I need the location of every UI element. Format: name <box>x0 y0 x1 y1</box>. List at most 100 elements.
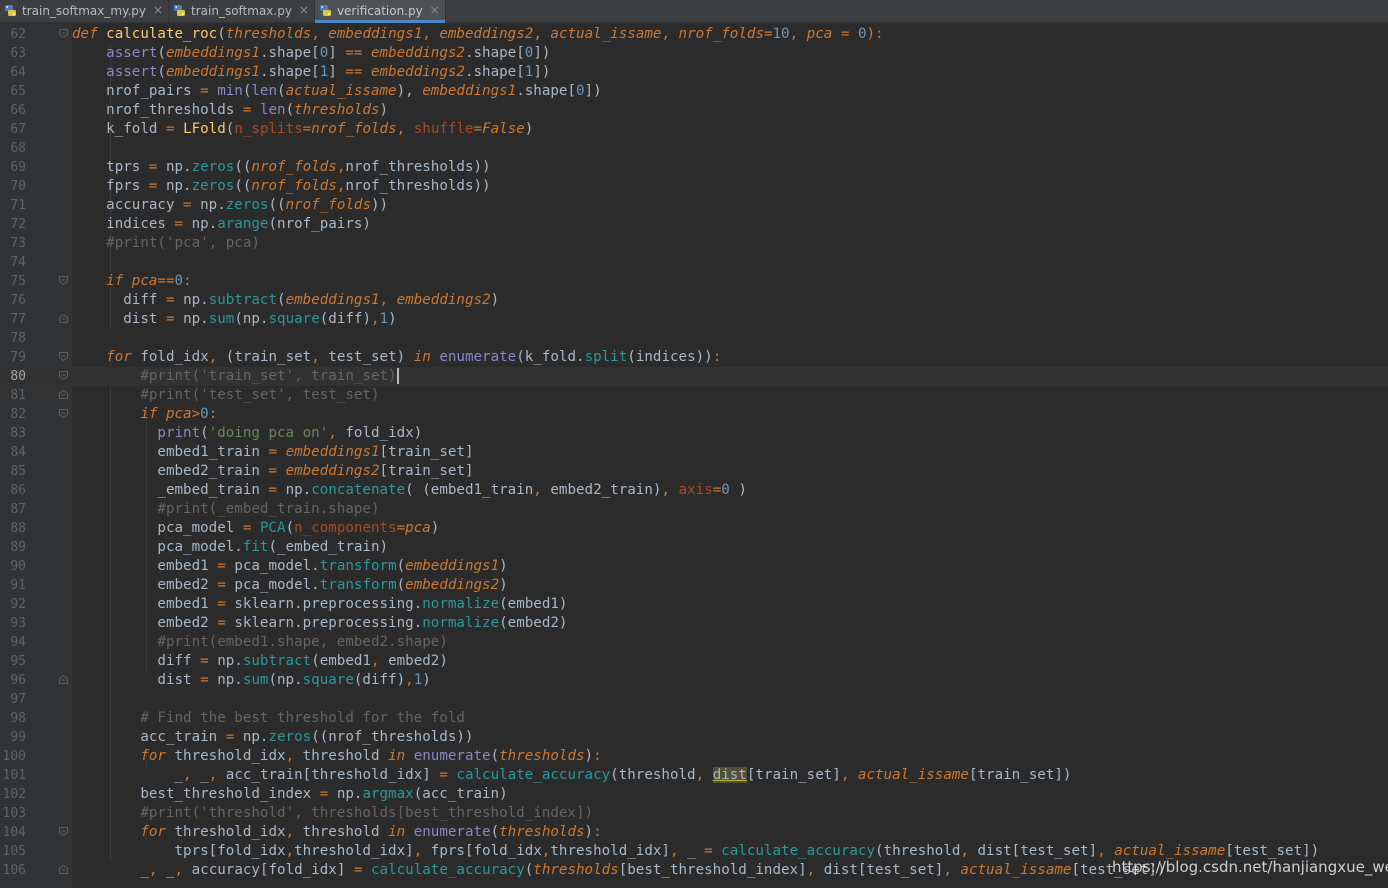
code-line[interactable]: 96 dist = np.sum(np.square(diff),1) <box>0 671 1388 690</box>
code-line[interactable]: 67 k_fold = LFold(n_splits=nrof_folds, s… <box>0 120 1388 139</box>
fold-collapse-icon[interactable] <box>59 29 68 38</box>
code-token: np. <box>200 197 226 213</box>
code-token: (acc_train) <box>413 786 508 802</box>
tab-verification-py[interactable]: verification.py × <box>314 0 446 23</box>
code-line[interactable]: 83 print('doing pca on', fold_idx) <box>0 424 1388 443</box>
code-line[interactable]: 84 embed1_train = embeddings1[train_set] <box>0 443 1388 462</box>
code-line[interactable]: 65 nrof_pairs = min(len(actual_issame), … <box>0 82 1388 101</box>
code-token: ( <box>396 558 406 574</box>
code-token: zeros <box>191 178 235 194</box>
code-text: #print('pca', pca) <box>72 234 260 253</box>
tab-train-softmax-my-py[interactable]: train_softmax_my.py × <box>0 0 170 22</box>
code-line[interactable]: 75 if pca==0: <box>0 272 1388 291</box>
code-token: fit <box>242 539 269 555</box>
code-line[interactable]: 79 for fold_idx, (train_set, test_set) i… <box>0 348 1388 367</box>
code-line[interactable]: 95 diff = np.subtract(embed1, embed2) <box>0 652 1388 671</box>
code-line[interactable]: 93 embed2 = sklearn.preprocessing.normal… <box>0 614 1388 633</box>
code-line[interactable]: 103 #print('threshold', thresholds[best_… <box>0 804 1388 823</box>
code-line[interactable]: 94 #print(embed1.shape, embed2.shape) <box>0 633 1388 652</box>
code-line[interactable]: 70 fprs = np.zeros((nrof_folds,nrof_thre… <box>0 177 1388 196</box>
code-token: : <box>593 748 602 764</box>
code-line[interactable]: 68 <box>0 139 1388 158</box>
fold-collapse-icon[interactable] <box>59 827 68 836</box>
code-token: PCA <box>259 520 286 536</box>
code-line[interactable]: 104 for threshold_idx, threshold in enum… <box>0 823 1388 842</box>
code-token: transform <box>319 558 397 574</box>
close-tab-icon[interactable]: × <box>299 3 309 17</box>
code-line[interactable]: 101 _, _, acc_train[threshold_idx] = cal… <box>0 766 1388 785</box>
line-number: 75 <box>10 274 26 289</box>
code-line[interactable]: 66 nrof_thresholds = len(thresholds) <box>0 101 1388 120</box>
code-line[interactable]: 99 acc_train = np.zeros((nrof_thresholds… <box>0 728 1388 747</box>
code-token: nrof_folds <box>678 26 764 42</box>
fold-collapse-icon[interactable] <box>59 409 68 418</box>
close-tab-icon[interactable]: × <box>430 3 440 17</box>
line-number: 90 <box>10 559 26 574</box>
code-token: threshold_idx <box>174 824 286 840</box>
fold-end-icon[interactable] <box>59 314 68 323</box>
code-token: np. <box>217 672 243 688</box>
line-number: 70 <box>10 179 26 194</box>
close-tab-icon[interactable]: × <box>153 3 163 17</box>
code-line[interactable]: 86 _embed_train = np.concatenate( (embed… <box>0 481 1388 500</box>
code-token: (np. <box>268 672 303 688</box>
code-token: assert <box>106 45 158 61</box>
code-token: #print('train_set', train_set) <box>140 368 397 384</box>
code-token: ) <box>388 311 397 327</box>
code-text: def calculate_roc(thresholds, embeddings… <box>72 25 884 44</box>
code-line[interactable]: 88 pca_model = PCA(n_components=pca) <box>0 519 1388 538</box>
code-line[interactable]: 77 dist = np.sum(np.square(diff),1) <box>0 310 1388 329</box>
code-token: embeddings2 <box>371 45 465 61</box>
code-line[interactable]: 90 embed1 = pca_model.transform(embeddin… <box>0 557 1388 576</box>
code-token: embed2_train <box>72 463 269 479</box>
code-token: threshold_idx <box>174 748 286 764</box>
code-line[interactable]: 62 def calculate_roc(thresholds, embeddin… <box>0 25 1388 44</box>
code-line[interactable]: 64 assert(embeddings1.shape[1] == embedd… <box>0 63 1388 82</box>
code-line[interactable]: 100 for threshold_idx, threshold in enum… <box>0 747 1388 766</box>
code-line[interactable]: 80 #print('train_set', train_set) <box>0 367 1388 386</box>
code-token: for <box>140 824 175 840</box>
code-token: diff <box>72 292 166 308</box>
code-token: , <box>1097 843 1115 859</box>
code-line[interactable]: 74 <box>0 253 1388 272</box>
python-file-icon <box>5 5 16 16</box>
code-line[interactable]: 102 best_threshold_index = np.argmax(acc… <box>0 785 1388 804</box>
code-token: pca_model. <box>234 558 320 574</box>
code-line[interactable]: 97 <box>0 690 1388 709</box>
code-line[interactable]: 76 diff = np.subtract(embeddings1, embed… <box>0 291 1388 310</box>
code-token: square <box>302 672 354 688</box>
code-token: arange <box>217 216 269 232</box>
code-line[interactable]: 98 # Find the best threshold for the fol… <box>0 709 1388 728</box>
fold-collapse-icon[interactable] <box>59 276 68 285</box>
code-token: , <box>943 862 961 878</box>
code-line[interactable]: 73 #print('pca', pca) <box>0 234 1388 253</box>
code-line[interactable]: 78 <box>0 329 1388 348</box>
tab-train-softmax-py[interactable]: train_softmax.py × <box>169 0 315 22</box>
code-token: [train_set] <box>379 463 474 479</box>
fold-end-icon[interactable] <box>59 675 68 684</box>
code-token: ) <box>584 824 594 840</box>
code-line[interactable]: 72 indices = np.arange(nrof_pairs) <box>0 215 1388 234</box>
code-line[interactable]: 69 tprs = np.zeros((nrof_folds,nrof_thre… <box>0 158 1388 177</box>
code-line[interactable]: 91 embed2 = pca_model.transform(embeddin… <box>0 576 1388 595</box>
code-line[interactable]: 92 embed1 = sklearn.preprocessing.normal… <box>0 595 1388 614</box>
line-number: 68 <box>10 141 26 156</box>
code-token: ) <box>499 577 508 593</box>
fold-collapse-icon[interactable] <box>59 371 68 380</box>
code-line[interactable]: 71 accuracy = np.zeros((nrof_folds)) <box>0 196 1388 215</box>
fold-collapse-icon[interactable] <box>59 352 68 361</box>
code-token: , <box>370 653 389 669</box>
code-token: ) <box>490 292 500 308</box>
fold-end-icon[interactable] <box>59 865 68 874</box>
code-line[interactable]: 87 #print(_embed_train.shape) <box>0 500 1388 519</box>
code-line[interactable]: 63 assert(embeddings1.shape[0] == embedd… <box>0 44 1388 63</box>
code-line[interactable]: 85 embed2_train = embeddings2[train_set] <box>0 462 1388 481</box>
code-line[interactable]: 81 #print('test_set', test_set) <box>0 386 1388 405</box>
code-line[interactable]: 82 if pca>0: <box>0 405 1388 424</box>
code-editor[interactable]: 62 def calculate_roc(thresholds, embeddin… <box>0 24 1388 888</box>
code-line[interactable]: 89 pca_model.fit(_embed_train) <box>0 538 1388 557</box>
fold-end-icon[interactable] <box>59 390 68 399</box>
